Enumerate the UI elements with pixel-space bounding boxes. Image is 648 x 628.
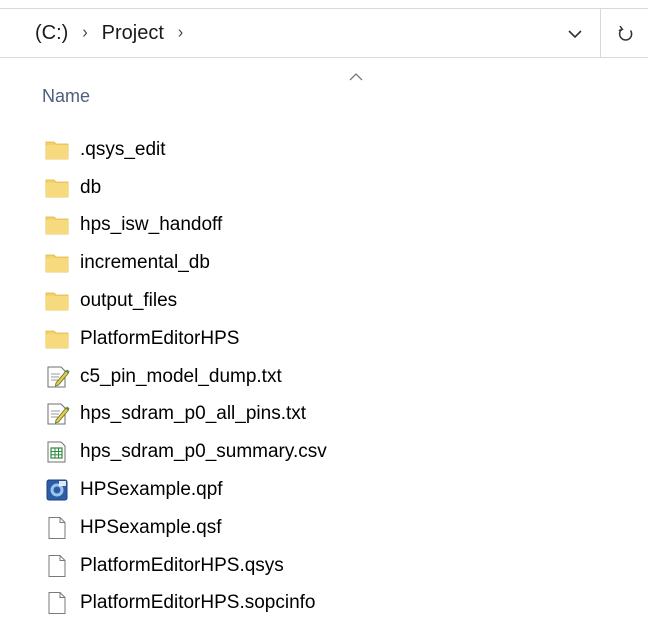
folder-icon: [44, 137, 70, 163]
file-name[interactable]: PlatformEditorHPS: [80, 328, 239, 350]
chevron-right-icon[interactable]: ›: [82, 23, 87, 43]
sort-ascending-icon: [349, 73, 363, 81]
file-row[interactable]: PlatformEditorHPS: [0, 320, 600, 358]
file-name[interactable]: db: [80, 177, 101, 199]
folder-icon: [44, 250, 70, 276]
csv-file-icon: [44, 439, 70, 465]
file-explorer-window: (C:) › Project › Name .qsys_editdb hps_is…: [0, 0, 648, 628]
file-row[interactable]: db: [0, 169, 600, 207]
file-row[interactable]: c5_pin_model_dump.txt: [0, 358, 600, 396]
folder-icon: [44, 288, 70, 314]
file-name[interactable]: incremental_db: [80, 252, 210, 274]
file-name[interactable]: HPSexample.qsf: [80, 517, 222, 539]
quartus-project-icon: [44, 477, 70, 503]
column-header-name[interactable]: Name: [42, 86, 90, 107]
file-name[interactable]: hps_isw_handoff: [80, 214, 222, 236]
text-file-icon: [44, 364, 70, 390]
file-row[interactable]: PlatformEditorHPS.qsys: [0, 547, 600, 585]
refresh-icon: [618, 25, 633, 41]
folder-icon: [44, 326, 70, 352]
file-row[interactable]: PlatformEditorHPS.sopcinfo: [0, 585, 600, 623]
file-name[interactable]: PlatformEditorHPS.sopcinfo: [80, 592, 316, 614]
blank-file-icon: [44, 515, 70, 541]
file-row[interactable]: hps_sdram_p0_summary.csv: [0, 433, 600, 471]
file-name[interactable]: hps_sdram_p0_summary.csv: [80, 441, 327, 463]
file-name[interactable]: hps_sdram_p0_all_pins.txt: [80, 403, 306, 425]
file-row[interactable]: output_files: [0, 282, 600, 320]
file-list: .qsys_editdb hps_isw_handoff incremental_d…: [0, 131, 600, 622]
file-row[interactable]: HPSexample.qpf: [0, 471, 600, 509]
breadcrumb-folder[interactable]: Project: [102, 22, 164, 45]
file-row[interactable]: hps_sdram_p0_all_pins.txt: [0, 396, 600, 434]
file-row[interactable]: HPSexample.qsf: [0, 509, 600, 547]
chevron-right-icon[interactable]: ›: [178, 23, 183, 43]
file-row[interactable]: hps_isw_handoff: [0, 207, 600, 245]
text-file-icon: [44, 401, 70, 427]
chevron-down-icon[interactable]: [566, 25, 584, 43]
file-row[interactable]: .qsys_edit: [0, 131, 600, 169]
file-row[interactable]: incremental_db: [0, 244, 600, 282]
address-bar[interactable]: (C:) › Project ›: [0, 8, 600, 58]
file-name[interactable]: PlatformEditorHPS.qsys: [80, 555, 284, 577]
breadcrumb-drive[interactable]: (C:): [35, 22, 68, 45]
folder-icon: [44, 212, 70, 238]
folder-icon: [44, 175, 70, 201]
blank-file-icon: [44, 553, 70, 579]
blank-file-icon: [44, 590, 70, 616]
file-name[interactable]: output_files: [80, 290, 177, 312]
file-name[interactable]: c5_pin_model_dump.txt: [80, 366, 282, 388]
file-name[interactable]: .qsys_edit: [80, 139, 166, 161]
file-name[interactable]: HPSexample.qpf: [80, 479, 223, 501]
refresh-button[interactable]: [600, 8, 648, 58]
